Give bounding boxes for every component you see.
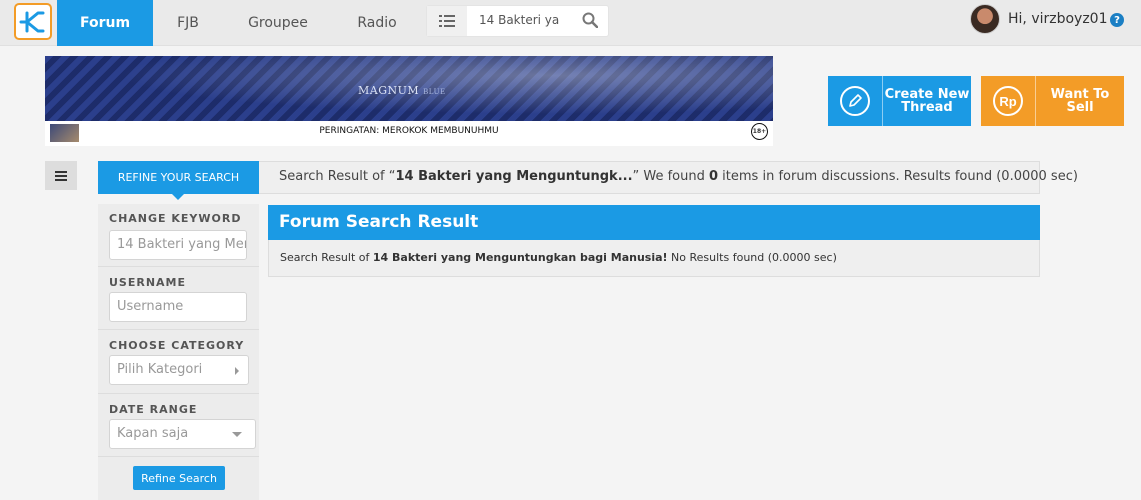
forum-search-result-panel: Forum Search Result Search Result of 14 … — [268, 205, 1040, 277]
refine-search-button[interactable]: Refine Search — [133, 466, 225, 490]
summary-mid: ” We found — [632, 169, 709, 184]
pencil-icon — [828, 76, 883, 126]
age-rating-badge: 18+ — [751, 123, 768, 140]
hamburger-icon — [55, 170, 67, 181]
top-navbar: Forum FJB Groupee Radio 14 Bakteri ya Hi… — [0, 0, 1141, 46]
ad-banner[interactable]: MAGNUM BLUE PERINGATAN: MEROKOK MEMBUNUH… — [45, 56, 773, 146]
username-section: USERNAME Username — [98, 267, 259, 330]
result-message: Search Result of 14 Bakteri yang Mengunt… — [280, 251, 837, 264]
date-range-section: DATE RANGE Kapan saja — [98, 394, 259, 457]
chevron-down-icon — [232, 432, 242, 437]
tab-radio[interactable]: Radio — [345, 0, 409, 46]
refine-sidebar: CHANGE KEYWORD 14 Bakteri yang Menguntun… — [98, 204, 259, 500]
category-title: CHOOSE CATEGORY — [109, 339, 245, 352]
logo-k-icon — [19, 11, 45, 32]
banner-brand-name: MAGNUM — [358, 84, 420, 97]
username-input[interactable]: Username — [109, 292, 247, 322]
tab-refine-search[interactable]: REFINE YOUR SEARCH — [98, 161, 259, 200]
avatar[interactable] — [970, 4, 1000, 34]
date-range-select[interactable]: Kapan saja — [109, 419, 256, 449]
date-range-value: Kapan saja — [117, 426, 189, 441]
chevron-right-icon — [235, 367, 239, 375]
result-keyword: 14 Bakteri yang Menguntungkan bagi Manus… — [372, 251, 668, 264]
result-suffix: No Results found (0.0000 sec) — [667, 251, 837, 264]
list-icon — [439, 15, 455, 27]
search-scope-button[interactable] — [427, 6, 467, 36]
rupiah-icon-text: Rp — [999, 94, 1016, 109]
user-greeting[interactable]: Hi, virzboyz01 — [1008, 11, 1108, 27]
sidebar-toggle-button[interactable] — [45, 161, 77, 190]
create-thread-label: Create New Thread — [883, 76, 971, 126]
category-section: CHOOSE CATEGORY Pilih Kategori — [98, 330, 259, 394]
category-value: Pilih Kategori — [117, 362, 203, 377]
keyword-input[interactable]: 14 Bakteri yang Menguntungkan bagi Manus… — [109, 230, 247, 260]
tab-fjb[interactable]: FJB — [163, 0, 213, 46]
kaskus-logo[interactable] — [14, 3, 52, 40]
banner-warning: PERINGATAN: MEROKOK MEMBUNUHMU — [319, 126, 499, 136]
create-thread-button[interactable]: Create New Thread — [828, 76, 971, 126]
banner-brand: MAGNUM BLUE — [358, 84, 446, 97]
summary-suffix: items in forum discussions. Results foun… — [718, 169, 1078, 184]
date-range-title: DATE RANGE — [109, 403, 198, 416]
want-to-sell-label: Want To Sell — [1050, 87, 1110, 115]
username-title: USERNAME — [109, 276, 187, 289]
result-heading: Forum Search Result — [268, 205, 1040, 240]
keyword-title: CHANGE KEYWORD — [109, 212, 242, 225]
tab-forum[interactable]: Forum — [57, 0, 153, 46]
create-thread-line2: Thread — [901, 100, 953, 115]
keyword-section: CHANGE KEYWORD 14 Bakteri yang Menguntun… — [98, 204, 259, 267]
search-summary-bar: REFINE YOUR SEARCH Search Result of “14 … — [98, 161, 1078, 200]
rupiah-icon: Rp — [981, 76, 1036, 126]
tab-groupee[interactable]: Groupee — [236, 0, 320, 46]
summary-count: 0 — [709, 169, 719, 184]
help-icon[interactable]: ? — [1110, 13, 1124, 27]
search-bar: 14 Bakteri ya — [426, 5, 609, 37]
search-summary-text: Search Result of “14 Bakteri yang Mengun… — [279, 169, 1078, 184]
banner-brand-sub: BLUE — [423, 88, 446, 96]
want-to-sell-button[interactable]: Rp Want To Sell — [981, 76, 1124, 126]
result-prefix: Search Result of — [280, 251, 373, 264]
search-input[interactable]: 14 Bakteri ya — [479, 13, 559, 27]
summary-prefix: Search Result of “ — [279, 169, 396, 184]
summary-keyword: 14 Bakteri yang Menguntungk... — [395, 169, 633, 184]
search-icon[interactable] — [582, 12, 599, 32]
category-select[interactable]: Pilih Kategori — [109, 355, 249, 385]
